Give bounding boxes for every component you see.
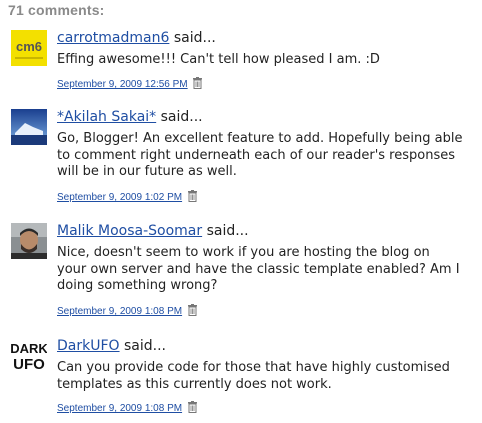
cm6-logo-icon: cm6 (11, 30, 47, 66)
comment-line: Can you provide code for those that have… (57, 360, 450, 375)
said-text: said... (169, 30, 216, 46)
timestamp-link[interactable]: September 9, 2009 1:02 PM (57, 192, 182, 203)
trash-icon[interactable] (192, 77, 203, 89)
svg-text:DARK: DARK (11, 341, 47, 356)
comment-line: Nice, doesn't seem to work if you are ho… (57, 245, 430, 260)
person-photo-icon (11, 223, 47, 259)
comment-author-line: DarkUFO said... (57, 338, 166, 354)
cm6-logo-avatar[interactable]: cm6 (11, 30, 47, 66)
comment-body: Effing awesome!!! Can't tell how pleased… (57, 52, 475, 69)
author-link[interactable]: *Akilah Sakai* (57, 109, 156, 125)
author-link[interactable]: DarkUFO (57, 338, 120, 354)
comment-body: Go, Blogger! An excellent feature to add… (57, 131, 475, 181)
darkufo-logo-avatar[interactable]: DARK UFO (11, 338, 47, 374)
comment-author-line: Malik Moosa-Soomar said... (57, 223, 249, 239)
comment-line: Go, Blogger! An excellent feature to add… (57, 131, 463, 146)
timestamp-link[interactable]: September 9, 2009 1:08 PM (57, 306, 182, 317)
trash-icon[interactable] (187, 190, 198, 202)
comment-body: Nice, doesn't seem to work if you are ho… (57, 245, 475, 295)
comment-line: to comment right underneath each of our … (57, 147, 456, 163)
comment-line: Effing awesome!!! Can't tell how pleased… (57, 52, 380, 67)
comment-meta: September 9, 2009 1:08 PM (57, 401, 198, 414)
said-text: said... (119, 338, 166, 354)
iceberg-photo-avatar[interactable] (11, 109, 47, 145)
comment-line: your own server and have the classic tem… (57, 261, 460, 277)
comment-meta: September 9, 2009 12:56 PM (57, 77, 203, 90)
comment-line: templates as this currently does not wor… (57, 376, 332, 392)
comment-line: doing something wrong? (57, 278, 218, 293)
comment-body: Can you provide code for those that have… (57, 360, 475, 393)
comment-author-line: carrotmadman6 said... (57, 30, 216, 46)
said-text: said... (202, 223, 249, 239)
author-link[interactable]: carrotmadman6 (57, 30, 169, 46)
svg-text:cm6: cm6 (16, 39, 42, 54)
trash-icon[interactable] (187, 401, 198, 413)
comment-meta: September 9, 2009 1:02 PM (57, 190, 198, 203)
darkufo-logo-icon: DARK UFO (11, 338, 47, 374)
said-text: said... (156, 109, 203, 125)
timestamp-link[interactable]: September 9, 2009 1:08 PM (57, 403, 182, 414)
comments-count-heading: 71 comments: (8, 2, 105, 18)
author-link[interactable]: Malik Moosa-Soomar (57, 223, 202, 239)
timestamp-link[interactable]: September 9, 2009 12:56 PM (57, 79, 188, 90)
comment-author-line: *Akilah Sakai* said... (57, 109, 203, 125)
person-photo-avatar[interactable] (11, 223, 47, 259)
comment-line: will be in our future as well. (57, 164, 237, 179)
iceberg-photo-icon (11, 109, 47, 145)
trash-icon[interactable] (187, 304, 198, 316)
svg-text:UFO: UFO (13, 356, 45, 373)
comment-meta: September 9, 2009 1:08 PM (57, 304, 198, 317)
